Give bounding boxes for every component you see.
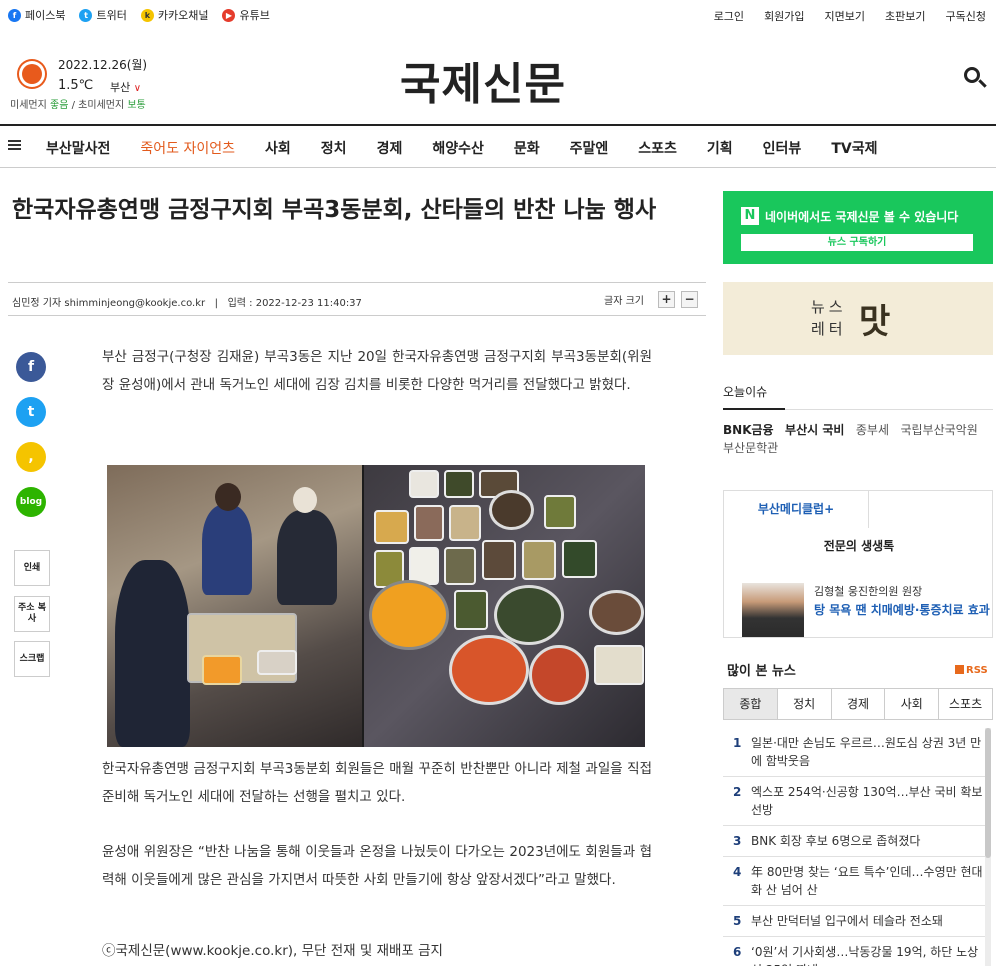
naver-subscribe-button[interactable]: 뉴스 구독하기	[741, 234, 973, 251]
facebook-link[interactable]: f 페이스북	[8, 7, 65, 23]
photo-volunteers	[107, 465, 362, 747]
publish-date: 입력 : 2022-12-23 11:40:37	[227, 298, 362, 309]
copyright-notice: ⓒ국제신문(www.kookje.co.kr), 무단 전재 및 재배포 금지	[102, 943, 443, 959]
sun-icon	[22, 64, 42, 84]
nav-item[interactable]: 문화	[514, 138, 540, 158]
list-item[interactable]: 2 엑스포 254억·신공항 130억…부산 국비 확보 선방	[723, 777, 985, 826]
subscribe-link[interactable]: 구독신청	[946, 8, 986, 24]
share-buttons: f t , blog	[16, 352, 50, 532]
twitter-link[interactable]: t 트위터	[79, 7, 127, 23]
list-item[interactable]: 3 BNK 회장 후보 6명으로 좁혀졌다	[723, 826, 985, 857]
naver-banner[interactable]: N 네이버에서도 국제신문 볼 수 있습니다 뉴스 구독하기	[723, 191, 993, 264]
kakao-link[interactable]: k 카카오채널	[140, 7, 208, 23]
weather-temp: 1.5℃	[58, 78, 94, 93]
nav-item[interactable]: 해양수산	[432, 138, 484, 158]
popular-news-heading: 많이 본 뉴스	[727, 664, 796, 679]
font-increase-button[interactable]: +	[658, 291, 675, 308]
naver-icon: N	[741, 207, 759, 225]
list-item[interactable]: 4年 80만명 찾는 ‘요트 특수’인데…수영만 현대화 산 넘어 산	[723, 857, 985, 906]
utility-links: 로그인 회원가입 지면보기 초판보기 구독신청	[714, 8, 986, 24]
kakao-share-icon[interactable]: ,	[16, 442, 46, 472]
medi-headline[interactable]: 탕 목욕 땐 치매예방·통증치료 효과	[814, 601, 990, 619]
list-item[interactable]: 5 부산 만덕터널 입구에서 테슬라 전소돼	[723, 906, 985, 937]
login-link[interactable]: 로그인	[714, 8, 744, 24]
youtube-link[interactable]: ▶ 유튜브	[222, 7, 270, 23]
issue-tags: BNK금융 부산시 국비 종부세 국립부산국악원 부산문학관	[723, 421, 993, 457]
rss-icon	[955, 665, 964, 674]
search-button[interactable]	[962, 66, 988, 92]
blog-share-icon[interactable]: blog	[16, 487, 46, 517]
list-item[interactable]: 1 일본·대만 손님도 우르르…원도심 상권 3년 만에 함박웃음	[723, 728, 985, 777]
twitter-icon: t	[79, 8, 93, 22]
youtube-icon: ▶	[222, 8, 236, 22]
article-title: 한국자유총연맹 금정구지회 부곡3동분회, 산타들의 반찬 나눔 행사	[12, 197, 657, 223]
nav-item[interactable]: 부산말사전	[46, 138, 110, 158]
issue-tag[interactable]: 부산시 국비	[785, 423, 844, 437]
scrollbar[interactable]	[985, 728, 991, 966]
tab-politics[interactable]: 정치	[778, 689, 832, 719]
nav-item[interactable]: 주말엔	[570, 138, 609, 158]
dust-status: 미세먼지 좋음 / 초미세먼지 보통	[10, 100, 146, 111]
issue-tag[interactable]: 종부세	[856, 423, 889, 437]
scrollbar-thumb[interactable]	[985, 728, 991, 858]
site-logo[interactable]: 국제신문	[400, 48, 566, 112]
nav-item[interactable]: 기획	[707, 138, 733, 158]
scrap-button[interactable]: 스크랩	[14, 641, 50, 677]
nav-item[interactable]: 경제	[377, 138, 403, 158]
issue-tag[interactable]: BNK금융	[723, 423, 774, 437]
popular-news-list: 1 일본·대만 손님도 우르르…원도심 상권 3년 만에 함박웃음 2 엑스포 25…	[723, 728, 985, 966]
copy-url-button[interactable]: 주소 복사	[14, 596, 50, 632]
facebook-icon: f	[8, 8, 21, 22]
naver-banner-text: 네이버에서도 국제신문 볼 수 있습니다	[765, 210, 959, 224]
tab-sports[interactable]: 스포츠	[939, 689, 992, 719]
article-paragraph: 부산 금정구(구청장 김재윤) 부곡3동은 지난 20일 한국자유총연맹 금정구…	[102, 349, 652, 393]
nav-item[interactable]: 인터뷰	[763, 138, 802, 158]
tab-economy[interactable]: 경제	[832, 689, 886, 719]
main-nav: 부산말사전 죽어도 자이언츠 사회 정치 경제 해양수산 문화 주말엔 스포츠 …	[0, 124, 996, 168]
font-size-label: 글자 크기	[604, 296, 644, 307]
paper-view-link[interactable]: 지면보기	[825, 8, 865, 24]
weather-date: 2022.12.26(월)	[58, 58, 148, 72]
article-photo	[107, 465, 645, 747]
nav-item[interactable]: 정치	[321, 138, 347, 158]
medi-club-box: 부산메디클럽+ 전문의 생생톡 김형철 웅진한의원 원장 탕 목욕 땐 치매예방…	[723, 490, 993, 638]
popular-tabs: 종합 정치 경제 사회 스포츠	[723, 688, 993, 720]
print-button[interactable]: 인쇄	[14, 550, 50, 586]
list-item[interactable]: 6‘0원’서 기사회생…낙동강물 19억, 하단 노상선 25억 따내	[723, 937, 985, 966]
newsletter-banner[interactable]: 뉴스 레터 맛	[723, 282, 993, 355]
nav-item[interactable]: TV국제	[831, 138, 877, 158]
doctor-name: 김형철 웅진한의원 원장	[814, 585, 923, 598]
issue-tag[interactable]: 부산문학관	[723, 441, 778, 455]
nav-item[interactable]: 사회	[265, 138, 291, 158]
top-bar: f 페이스북 t 트위터 k 카카오채널 ▶ 유튜브 로그인 회원가입 지면보기 초판보…	[0, 0, 996, 30]
doctor-photo	[742, 583, 804, 637]
social-links: f 페이스북 t 트위터 k 카카오채널 ▶ 유튜브	[8, 7, 270, 23]
chevron-down-icon: ∨	[133, 83, 142, 94]
article-paragraph: 윤성애 위원장은 “반찬 나눔을 통해 이웃들과 온정을 나눴듯이 다가오는 2…	[102, 844, 652, 888]
kakao-icon: k	[140, 8, 154, 22]
first-edition-link[interactable]: 초판보기	[885, 8, 925, 24]
signup-link[interactable]: 회원가입	[764, 8, 804, 24]
font-decrease-button[interactable]: −	[681, 291, 698, 308]
nav-list: 부산말사전 죽어도 자이언츠 사회 정치 경제 해양수산 문화 주말엔 스포츠 …	[46, 138, 907, 158]
menu-icon[interactable]	[8, 140, 21, 150]
medi-section-title: 전문의 생생톡	[823, 539, 895, 553]
medi-club-tab[interactable]: 부산메디클럽+	[723, 490, 869, 528]
newsletter-logo: 맛	[859, 302, 891, 342]
facebook-share-icon[interactable]: f	[16, 352, 46, 382]
newsletter-label: 뉴스 레터	[811, 298, 847, 338]
nav-item[interactable]: 스포츠	[638, 138, 677, 158]
tab-overall[interactable]: 종합	[724, 689, 778, 719]
city-selector[interactable]: 부산 ∨	[110, 79, 141, 95]
article-byline: 심민정 기자 shimminjeong@kookje.co.kr | 입력 : …	[8, 282, 706, 316]
photo-side-dishes	[364, 465, 645, 747]
tab-society[interactable]: 사회	[885, 689, 940, 719]
issue-tag[interactable]: 국립부산국악원	[900, 423, 977, 437]
reporter: 심민정 기자 shimminjeong@kookje.co.kr	[12, 298, 206, 309]
rss-link[interactable]: RSS	[955, 665, 988, 676]
article-paragraph: 한국자유총연맹 금정구지회 부곡3동분회 회원들은 매월 꾸준히 반찬뿐만 아니…	[102, 761, 652, 805]
issue-heading: 오늘이슈	[723, 385, 768, 399]
nav-item[interactable]: 죽어도 자이언츠	[140, 138, 235, 158]
twitter-share-icon[interactable]: t	[16, 397, 46, 427]
